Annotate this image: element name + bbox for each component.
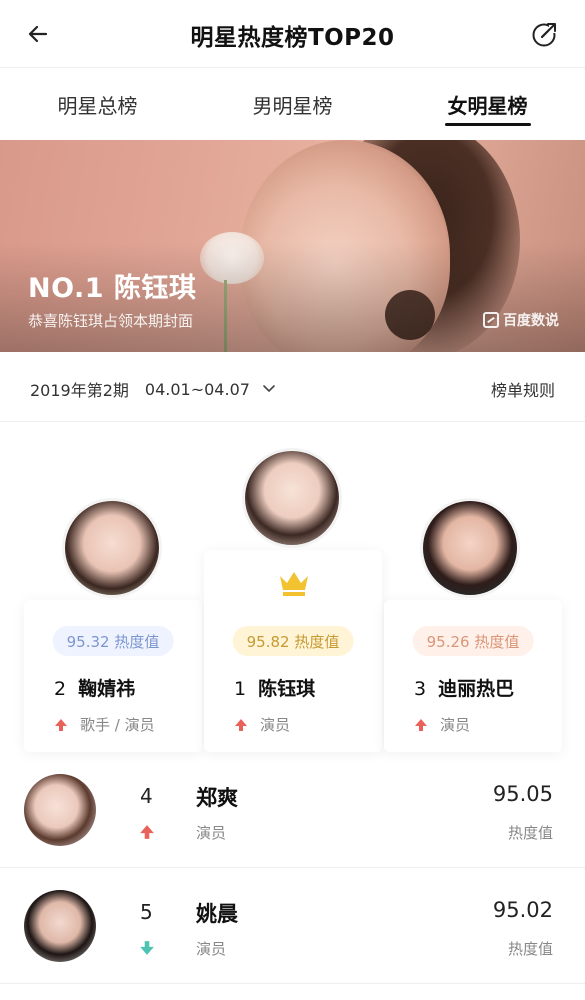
period-bar: 2019年第2期 04.01~04.07 榜单规则 <box>0 352 585 422</box>
crown-icon <box>280 572 308 596</box>
trend-up-icon <box>140 825 154 839</box>
rank-number: 1 <box>234 678 247 700</box>
page-title: 明星热度榜TOP20 <box>190 25 395 51</box>
avatar-rank-1[interactable] <box>242 448 342 548</box>
rank-number: 5 <box>140 900 153 924</box>
issue-label: 2019年第2期 <box>30 381 129 400</box>
avatar-rank-2[interactable] <box>62 498 162 598</box>
rank-number: 4 <box>140 784 153 808</box>
star-name: 郑爽 <box>196 786 238 810</box>
tab-female[interactable]: 女明星榜 <box>390 68 585 140</box>
rank-number: 3 <box>414 678 427 700</box>
podium-card-2[interactable]: 95.32 热度值 2 鞠婧祎 歌手 / 演员 <box>24 600 202 752</box>
star-name: 鞠婧祎 <box>78 678 136 700</box>
cover-banner[interactable]: NO.1 陈钰琪 恭喜陈钰琪占领本期封面 百度数说 <box>0 140 585 352</box>
heat-badge: 95.26 热度值 <box>412 626 534 656</box>
star-name: 陈钰琪 <box>258 678 316 700</box>
avatar-rank-3[interactable] <box>420 498 520 598</box>
heat-unit: 热度值 <box>507 940 553 958</box>
period-selector[interactable]: 2019年第2期 04.01~04.07 <box>30 377 276 401</box>
heat-score: 95.02 <box>492 898 553 922</box>
date-range: 04.01~04.07 <box>144 379 250 399</box>
star-tags: 演员 <box>440 716 471 734</box>
tab-overall[interactable]: 明星总榜 <box>0 68 195 140</box>
star-tags: 演员 <box>260 716 291 734</box>
ranking-list: 4 郑爽 演员 95.05 热度值 5 姚晨 演员 95.02 热度值 <box>0 752 585 984</box>
tab-male[interactable]: 男明星榜 <box>195 68 390 140</box>
top-bar: 明星热度榜TOP20 <box>0 0 585 68</box>
top3-podium: 95.32 热度值 2 鞠婧祎 歌手 / 演员 95.82 热度值 1 陈钰琪 … <box>0 422 585 752</box>
rank-number: 2 <box>54 678 67 700</box>
list-item[interactable]: 5 姚晨 演员 95.02 热度值 <box>0 868 585 984</box>
star-name: 姚晨 <box>196 902 238 926</box>
trend-up-icon <box>55 718 67 731</box>
trend-down-icon <box>140 941 154 955</box>
rank-name-line: 1 陈钰琪 <box>234 674 315 701</box>
brand-name: 百度数说 <box>503 313 559 329</box>
chevron-down-icon <box>262 382 276 396</box>
heat-score: 95.05 <box>492 782 553 806</box>
star-tags: 演员 <box>196 824 227 842</box>
rank-name-line: 3 迪丽热巴 <box>414 674 514 701</box>
rank-name-line: 2 鞠婧祎 <box>54 674 135 701</box>
brand-watermark: 百度数说 <box>483 310 559 330</box>
avatar <box>24 890 96 962</box>
share-icon <box>532 21 558 47</box>
avatar <box>24 774 96 846</box>
podium-card-3[interactable]: 95.26 热度值 3 迪丽热巴 演员 <box>384 600 562 752</box>
trend-up-icon <box>415 718 427 731</box>
heat-unit: 热度值 <box>507 824 553 842</box>
brand-logo-icon <box>483 312 499 328</box>
ranking-tabs: 明星总榜 男明星榜 女明星榜 <box>0 68 585 140</box>
tag-line: 演员 <box>234 714 290 735</box>
star-tags: 演员 <box>196 940 227 958</box>
heat-badge: 95.32 热度值 <box>52 626 174 656</box>
heat-badge: 95.82 热度值 <box>232 626 354 656</box>
podium-card-1[interactable]: 95.82 热度值 1 陈钰琪 演员 <box>204 550 382 752</box>
star-tags: 歌手 / 演员 <box>80 716 155 734</box>
share-button[interactable] <box>529 18 561 50</box>
trend-up-icon <box>235 718 247 731</box>
list-item[interactable]: 4 郑爽 演员 95.05 热度值 <box>0 752 585 868</box>
ranking-rules-link[interactable]: 榜单规则 <box>491 377 555 401</box>
banner-headline: NO.1 陈钰琪 <box>28 273 197 304</box>
banner-subtitle: 恭喜陈钰琪占领本期封面 <box>28 312 194 330</box>
tag-line: 歌手 / 演员 <box>54 714 155 735</box>
star-name: 迪丽热巴 <box>438 678 515 700</box>
tag-line: 演员 <box>414 714 470 735</box>
